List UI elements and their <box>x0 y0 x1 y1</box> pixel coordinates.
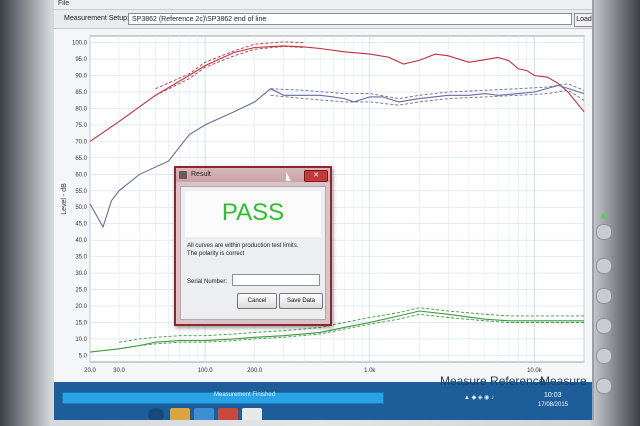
x-tick-label: 100.0 <box>198 368 214 374</box>
system-tray-icons[interactable]: ▲ ◆ ◈ ◉ ♪ <box>464 394 494 401</box>
setup-bar: Measurement Setup: SP3862 (Reference 2c)… <box>54 10 592 29</box>
y-tick-label: 80.0 <box>75 106 87 112</box>
x-tick-label: 1.0k <box>364 368 376 374</box>
monitor-button-3[interactable] <box>596 318 612 334</box>
y-tick-label: 70.0 <box>75 139 87 145</box>
y-tick-label: 30.0 <box>75 271 87 277</box>
y-tick-label: 65.0 <box>75 156 87 162</box>
measurement-app-icon[interactable] <box>242 408 262 420</box>
y-tick-label: 45.0 <box>75 222 87 228</box>
y-tick-label: 60.0 <box>75 172 87 178</box>
power-led-icon <box>601 214 606 219</box>
load-button[interactable]: Load <box>574 13 592 27</box>
app-icon <box>179 171 187 179</box>
clock-date: 17/08/2015 <box>538 402 569 408</box>
measure-reference-label[interactable]: Measure Reference <box>440 374 545 388</box>
y-tick-label: 55.0 <box>75 189 87 195</box>
dialog-title-bar[interactable]: Result ✕ <box>176 168 330 182</box>
explorer-icon[interactable] <box>170 408 190 420</box>
close-icon[interactable]: ✕ <box>304 170 328 182</box>
mouse-cursor-icon <box>286 172 291 181</box>
monitor-button-2[interactable] <box>596 288 612 304</box>
monitor-button-1[interactable] <box>596 258 612 274</box>
y-tick-label: 50.0 <box>75 205 87 211</box>
serial-number-label: Serial Number: <box>187 279 228 285</box>
y-tick-label: 85.0 <box>75 90 87 96</box>
setup-field[interactable]: SP3862 (Reference 2c)\SP3862 end of line <box>128 13 572 25</box>
serial-number-input[interactable] <box>232 274 320 286</box>
dialog-title: Result <box>191 171 211 178</box>
save-data-button[interactable]: Save Data <box>279 293 323 309</box>
menu-file[interactable]: File <box>58 0 69 7</box>
power-button[interactable] <box>596 224 612 240</box>
dialog-body: PASS All curves are within production te… <box>180 186 326 320</box>
result-message-line1: All curves are within production test li… <box>187 243 299 249</box>
x-tick-label: 200.0 <box>247 368 263 374</box>
y-tick-label: 15.0 <box>75 320 87 326</box>
browser-icon[interactable] <box>194 408 214 420</box>
y-tick-label: 40.0 <box>75 238 87 244</box>
y-tick-label: 75.0 <box>75 123 87 129</box>
y-tick-label: 25.0 <box>75 288 87 294</box>
y-tick-label: 100.0 <box>72 41 88 47</box>
x-tick-label: 20.0 <box>84 368 96 374</box>
status-text: Measurement Finished <box>214 392 276 398</box>
y-tick-label: 20.0 <box>75 304 87 310</box>
monitor-side-buttons <box>594 210 614 400</box>
windows-start-icon[interactable] <box>148 408 164 420</box>
y-tick-label: 90.0 <box>75 74 87 80</box>
menu-bar: File <box>54 0 592 10</box>
measure-label[interactable]: Measure <box>540 374 587 388</box>
app-icon[interactable] <box>218 408 238 420</box>
monitor-button-4[interactable] <box>596 348 612 364</box>
y-axis-label: Level - dB <box>61 183 68 215</box>
result-message-line2: The polarity is correct <box>187 251 245 257</box>
verdict-box: PASS <box>185 191 321 237</box>
y-tick-label: 95.0 <box>75 57 87 63</box>
y-tick-label: 10.0 <box>75 337 87 343</box>
setup-label: Measurement Setup: <box>64 15 129 22</box>
x-tick-label: 30.0 <box>113 368 125 374</box>
cancel-button[interactable]: Cancel <box>237 293 277 309</box>
y-tick-label: 5.0 <box>79 353 88 359</box>
plot-area <box>89 35 585 363</box>
clock-time: 10:03 <box>544 392 562 399</box>
y-tick-label: 35.0 <box>75 255 87 261</box>
verdict-text: PASS <box>221 199 285 226</box>
monitor-button-5[interactable] <box>596 378 612 394</box>
result-dialog: Result ✕ PASS All curves are within prod… <box>174 166 332 326</box>
